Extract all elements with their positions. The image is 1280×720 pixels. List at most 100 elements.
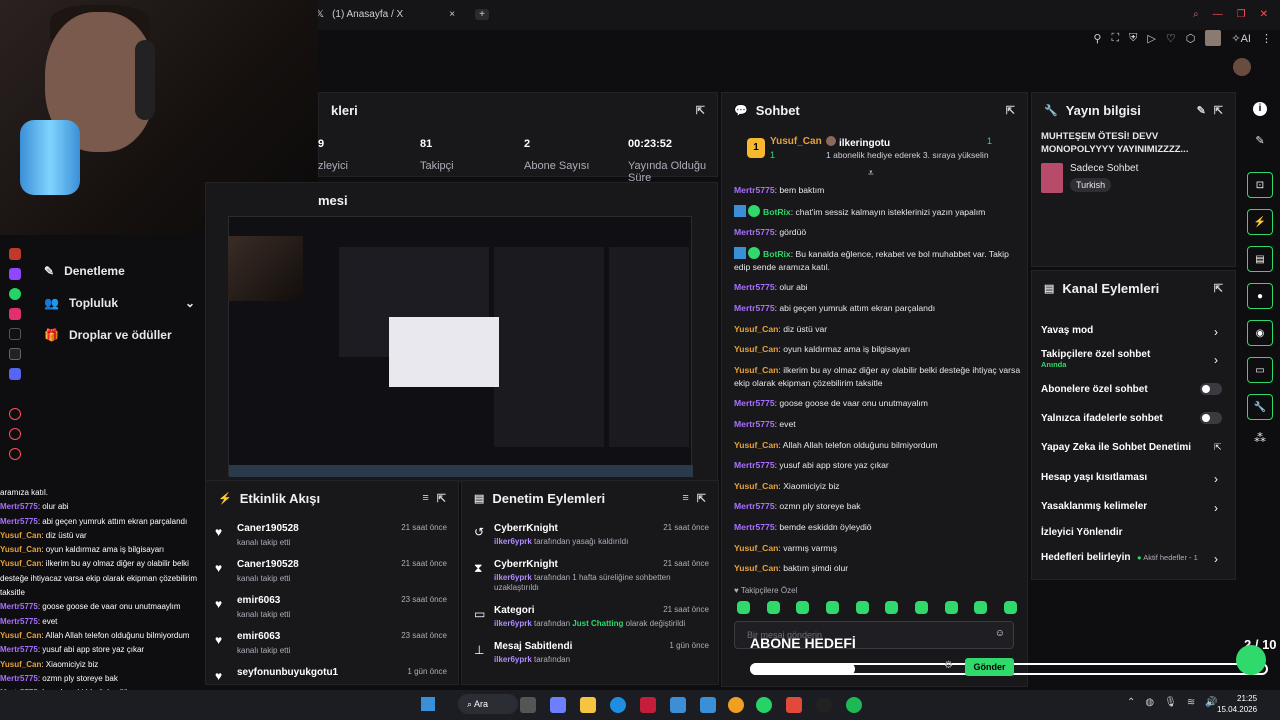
- bolt-icon[interactable]: ⚡: [1247, 209, 1273, 235]
- app-icon[interactable]: [640, 697, 656, 713]
- files-icon[interactable]: [580, 697, 596, 713]
- chevron-right-icon[interactable]: ›: [1214, 552, 1218, 566]
- info-icon[interactable]: i: [1253, 102, 1267, 116]
- emote-icon[interactable]: [974, 601, 988, 614]
- mod-action-item[interactable]: ↺ CyberrKnight ilker6yprk tarafından yasağ…: [474, 523, 709, 559]
- whatsapp-icon[interactable]: [9, 288, 21, 300]
- x-icon[interactable]: [9, 348, 21, 360]
- chevron-right-icon[interactable]: ›: [1214, 501, 1218, 515]
- spotify-icon[interactable]: [846, 697, 862, 713]
- chat-username[interactable]: Yusuf_Can: [734, 365, 778, 375]
- chevron-right-icon[interactable]: ›: [1214, 353, 1218, 367]
- chat-username[interactable]: Mertr5775: [734, 398, 775, 408]
- mod-action-item[interactable]: ⊥ Mesaj Sabitlendi ilker6yprk tarafından 1 …: [474, 641, 709, 677]
- nav-item-droplar[interactable]: 🎁 Droplar ve ödüller: [28, 319, 203, 351]
- pin-icon[interactable]: ⚲: [1093, 32, 1101, 45]
- chat-username[interactable]: Mertr5775: [734, 460, 775, 470]
- chat-message[interactable]: Yusuf_Can: varmış varmış: [734, 542, 1024, 555]
- search-icon[interactable]: ⌕: [1193, 9, 1199, 20]
- filter-icon[interactable]: ≡: [422, 492, 428, 504]
- chevron-up-icon[interactable]: ⌃: [1127, 697, 1135, 708]
- whatsapp-icon[interactable]: [756, 697, 772, 713]
- pencil-icon[interactable]: ✎: [1240, 134, 1280, 147]
- nav-item-topluluk[interactable]: 👥 Topluluk ⌄: [28, 287, 203, 319]
- activity-item[interactable]: ♥ Caner190528 kanalı takip etti 21 saat önc…: [215, 523, 447, 559]
- record-icon[interactable]: [9, 408, 21, 420]
- browser-tab[interactable]: 𝕏 (1) Anasayfa / X × +: [316, 9, 489, 20]
- emote-icon[interactable]: [796, 601, 810, 614]
- chat-username[interactable]: Mertr5775: [734, 419, 775, 429]
- chat-icon[interactable]: [9, 448, 21, 460]
- chat-message[interactable]: Yusuf_Can: Allah Allah telefon olduğunu …: [734, 439, 1024, 452]
- broadcast-icon[interactable]: ◉: [1247, 320, 1273, 346]
- clock[interactable]: 21:25 15.04.2026: [1217, 693, 1257, 715]
- emote-icon[interactable]: [766, 601, 780, 614]
- chevron-right-icon[interactable]: ›: [1214, 472, 1218, 486]
- shield-icon[interactable]: ⛨: [1129, 32, 1137, 45]
- chat-message[interactable]: Mertr5775: ozmn ply storeye bak: [734, 500, 1024, 513]
- chat-username[interactable]: Mertr5775: [734, 303, 775, 313]
- popout-icon[interactable]: ⇱: [1006, 104, 1015, 117]
- chat-message[interactable]: Yusuf_Can: Xiaomiciyiz biz: [734, 480, 1024, 493]
- mail-icon[interactable]: [700, 697, 716, 713]
- chat-username[interactable]: Mertr5775: [734, 501, 775, 511]
- emote-icon[interactable]: [737, 601, 750, 614]
- channel-action-row[interactable]: Takipçilere özel sohbet Anında: [1041, 349, 1150, 369]
- activity-item[interactable]: ♥ emir6063 kanalı takip etti 23 saat önce: [215, 595, 447, 631]
- copilot-icon[interactable]: [550, 697, 566, 713]
- chat-message[interactable]: BotRix: Bu kanalda eğlence, rekabet ve b…: [734, 246, 1024, 274]
- chat-message[interactable]: Yusuf_Can: baktım şimdi olur: [734, 562, 1024, 575]
- send-button[interactable]: Gönder: [965, 658, 1014, 676]
- document-icon[interactable]: ▤: [1247, 246, 1273, 272]
- emoji-icon[interactable]: ☺: [995, 628, 1005, 639]
- apps-icon[interactable]: ⁂: [1240, 431, 1280, 445]
- chat-message[interactable]: Mertr5775: abi geçen yumruk attım ekran …: [734, 302, 1024, 315]
- minimize-icon[interactable]: —: [1213, 9, 1223, 20]
- chat-message[interactable]: Mertr5775: bemde eskiddn öyleydiö: [734, 521, 1024, 534]
- chat-icon[interactable]: ●: [1247, 283, 1273, 309]
- chat-username[interactable]: BotRix: [763, 249, 791, 259]
- mod-action-item[interactable]: ▭ Kategori ilker6yprk tarafından Just Chat…: [474, 605, 709, 641]
- twitch-icon[interactable]: [9, 268, 21, 280]
- close-icon[interactable]: ✕: [1260, 9, 1268, 20]
- wifi-icon[interactable]: ≋: [1187, 697, 1195, 708]
- hype-user-2[interactable]: ilkeringotu: [826, 136, 890, 149]
- channel-action-row[interactable]: Abonelere özel sohbet: [1041, 384, 1148, 395]
- more-icon[interactable]: ⋮: [1261, 32, 1272, 45]
- chat-message[interactable]: Mertr5775: gördüö: [734, 226, 1024, 239]
- chat-message[interactable]: Mertr5775: evet: [734, 418, 1024, 431]
- settings-icon[interactable]: [9, 428, 21, 440]
- activity-item[interactable]: ♥ emir6063 kanalı takip etti 23 saat önce: [215, 631, 447, 667]
- emote-icon[interactable]: [825, 601, 839, 614]
- nav-item-denetleme[interactable]: ✎ Denetleme: [28, 255, 203, 287]
- chevron-right-icon[interactable]: ›: [1214, 325, 1218, 339]
- windows-start-icon[interactable]: [421, 697, 435, 711]
- wrench-icon[interactable]: 🔧: [1247, 394, 1273, 420]
- discord-icon[interactable]: [9, 368, 21, 380]
- chat-username[interactable]: BotRix: [763, 207, 791, 217]
- activity-item[interactable]: ♥ Caner190528 kanalı takip etti 21 saat önc…: [215, 559, 447, 595]
- chat-username[interactable]: Mertr5775: [734, 185, 775, 195]
- printer-icon[interactable]: ▭: [1247, 357, 1273, 383]
- popout-icon[interactable]: ⇱: [1214, 282, 1223, 295]
- chat-message[interactable]: Yusuf_Can: oyun kaldırmaz ama iş bilgisa…: [734, 343, 1024, 356]
- profile-avatar[interactable]: [1205, 30, 1222, 46]
- popout-icon[interactable]: ⇱: [696, 104, 705, 117]
- emote-icon[interactable]: [885, 601, 899, 614]
- chat-username[interactable]: Yusuf_Can: [734, 344, 778, 354]
- chat-message[interactable]: Yusuf_Can: ilkerim bu ay olmaz diğer ay …: [734, 364, 1024, 390]
- channel-action-row[interactable]: Hedefleri belirleyin: [1041, 552, 1130, 563]
- extensions-icon[interactable]: ⬡: [1186, 32, 1196, 45]
- popout-icon[interactable]: ⇱: [1214, 104, 1223, 117]
- tray-icon[interactable]: ◍: [1145, 697, 1154, 708]
- chat-message[interactable]: Mertr5775: goose goose de vaar onu unutm…: [734, 397, 1024, 410]
- instagram-icon[interactable]: [9, 308, 21, 320]
- play-icon[interactable]: ▷: [1147, 32, 1155, 45]
- chat-username[interactable]: Yusuf_Can: [734, 481, 778, 491]
- chat-settings-icon[interactable]: ⚙: [944, 660, 953, 671]
- chat-username[interactable]: Mertr5775: [734, 227, 775, 237]
- restore-icon[interactable]: ❐: [1237, 9, 1246, 20]
- taskbar-search[interactable]: ⌕ Ara: [458, 694, 518, 714]
- chat-username[interactable]: Mertr5775: [734, 282, 775, 292]
- emote-icon[interactable]: [855, 601, 869, 614]
